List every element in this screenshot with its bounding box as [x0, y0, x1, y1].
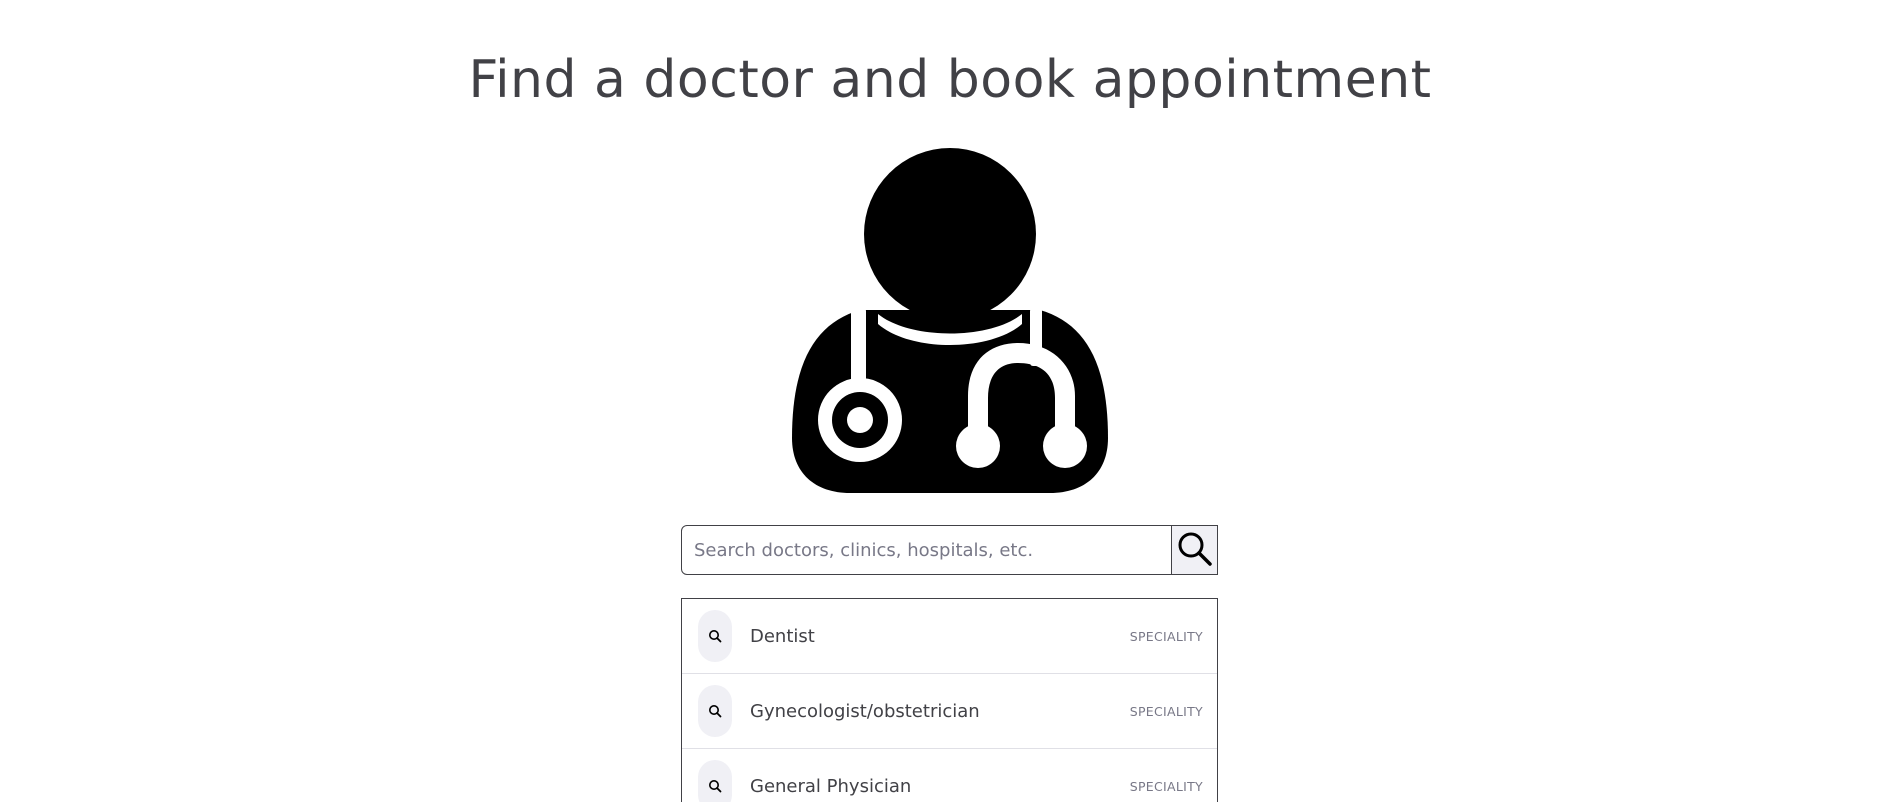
search-bar: [681, 525, 1218, 575]
search-icon: [698, 610, 732, 662]
suggestions-dropdown: Dentist SPECIALITY Gynecologist/obstetri…: [681, 598, 1218, 802]
suggestion-label: Gynecologist/obstetrician: [750, 700, 980, 722]
suggestion-type: SPECIALITY: [1129, 628, 1203, 644]
suggestion-type: SPECIALITY: [1129, 703, 1203, 719]
suggestion-item-general-physician[interactable]: General Physician SPECIALITY: [682, 749, 1217, 802]
search-button[interactable]: [1172, 525, 1218, 575]
suggestion-type: SPECIALITY: [1129, 778, 1203, 794]
search-input[interactable]: [681, 525, 1172, 575]
suggestion-label: Dentist: [750, 625, 815, 647]
suggestion-item-dentist[interactable]: Dentist SPECIALITY: [682, 599, 1217, 674]
page-title: Find a doctor and book appointment: [468, 50, 1432, 110]
page: Find a doctor and book appointment Searc…: [0, 0, 1900, 802]
suggestion-item-gynecologist[interactable]: Gynecologist/obstetrician SPECIALITY: [682, 674, 1217, 749]
search-icon: [698, 685, 732, 737]
doctor-stethoscope-icon: [790, 148, 1110, 494]
search-icon: [698, 760, 732, 802]
suggestion-label: General Physician: [750, 775, 912, 797]
search-icon: [1177, 531, 1213, 570]
